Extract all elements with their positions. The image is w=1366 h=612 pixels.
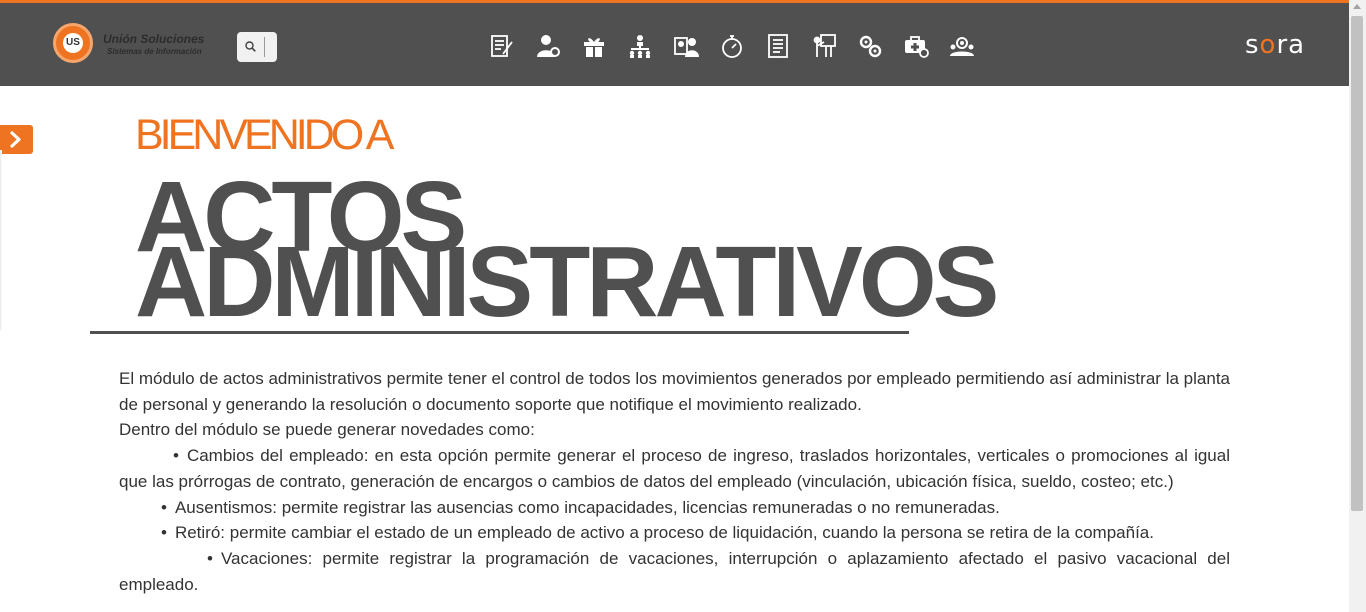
list-item-text: Vacaciones: permite registrar la program… xyxy=(119,548,1230,594)
medical-kit-icon[interactable] xyxy=(902,32,930,60)
people-search-icon[interactable] xyxy=(948,32,976,60)
list-item: • Ausentismos: permite registrar las ause… xyxy=(119,495,1230,521)
bullet: • xyxy=(161,497,167,517)
search-box[interactable] xyxy=(237,32,277,62)
employee-card-icon[interactable] xyxy=(672,32,700,60)
list-item-text: Ausentismos: permite registrar las ausen… xyxy=(174,497,1000,517)
gears-icon[interactable] xyxy=(856,32,884,60)
logo-mark: US xyxy=(53,23,93,63)
list-item: • Retiró: permite cambiar el estado de un… xyxy=(119,520,1230,546)
bullet: • xyxy=(173,446,179,466)
sidebar-edge xyxy=(0,150,2,330)
company-logo[interactable]: US Unión Soluciones Sistemas de Informac… xyxy=(53,23,228,69)
brand-accent: o xyxy=(1259,30,1277,60)
sidebar-toggle-button[interactable] xyxy=(0,125,33,154)
features-subheading: Dentro del módulo se puede generar noved… xyxy=(119,420,535,440)
org-chart-icon[interactable] xyxy=(626,32,654,60)
presentation-icon[interactable] xyxy=(810,32,838,60)
list-item-text: Retiró: permite cambiar el estado de un … xyxy=(174,523,1154,543)
title-underline xyxy=(90,331,909,334)
list-item: • Vacaciones: permite registrar la progra… xyxy=(119,546,1230,597)
module-menu xyxy=(488,32,994,60)
brand-suffix: ra xyxy=(1276,30,1306,60)
bullet: • xyxy=(207,548,213,568)
bullet: • xyxy=(161,523,167,543)
document-edit-icon[interactable] xyxy=(488,32,516,60)
document-list-icon[interactable] xyxy=(764,32,792,60)
scroll-up-arrow-icon[interactable] xyxy=(1353,4,1361,9)
list-item: • Cambios del empleado: en esta opción pe… xyxy=(119,443,1230,494)
top-navigation-bar: US Unión Soluciones Sistemas de Informac… xyxy=(0,0,1349,86)
search-input[interactable] xyxy=(264,37,275,57)
scrollbar-thumb[interactable] xyxy=(1351,16,1363,511)
vertical-scrollbar[interactable] xyxy=(1349,0,1366,612)
welcome-heading: BIENVENIDO A xyxy=(135,111,394,159)
chevron-right-icon xyxy=(10,131,21,148)
gift-icon[interactable] xyxy=(580,32,608,60)
intro-paragraph: El módulo de actos administrativos permi… xyxy=(119,369,1230,414)
module-description: El módulo de actos administrativos permi… xyxy=(119,366,1230,597)
brand-prefix: s xyxy=(1245,30,1260,60)
logo-company-name: Unión Soluciones xyxy=(103,32,205,46)
sara-brand-logo[interactable]: sora xyxy=(1245,31,1305,59)
search-icon[interactable] xyxy=(245,41,256,52)
module-title-line-2: ADMINISTRATIVOS xyxy=(135,226,999,338)
logo-tagline: Sistemas de Información xyxy=(107,47,202,56)
stopwatch-icon[interactable] xyxy=(718,32,746,60)
logo-mark-text: US xyxy=(63,33,83,53)
list-item-text: Cambios del empleado: en esta opción per… xyxy=(119,446,1230,491)
user-settings-icon[interactable] xyxy=(534,32,562,60)
